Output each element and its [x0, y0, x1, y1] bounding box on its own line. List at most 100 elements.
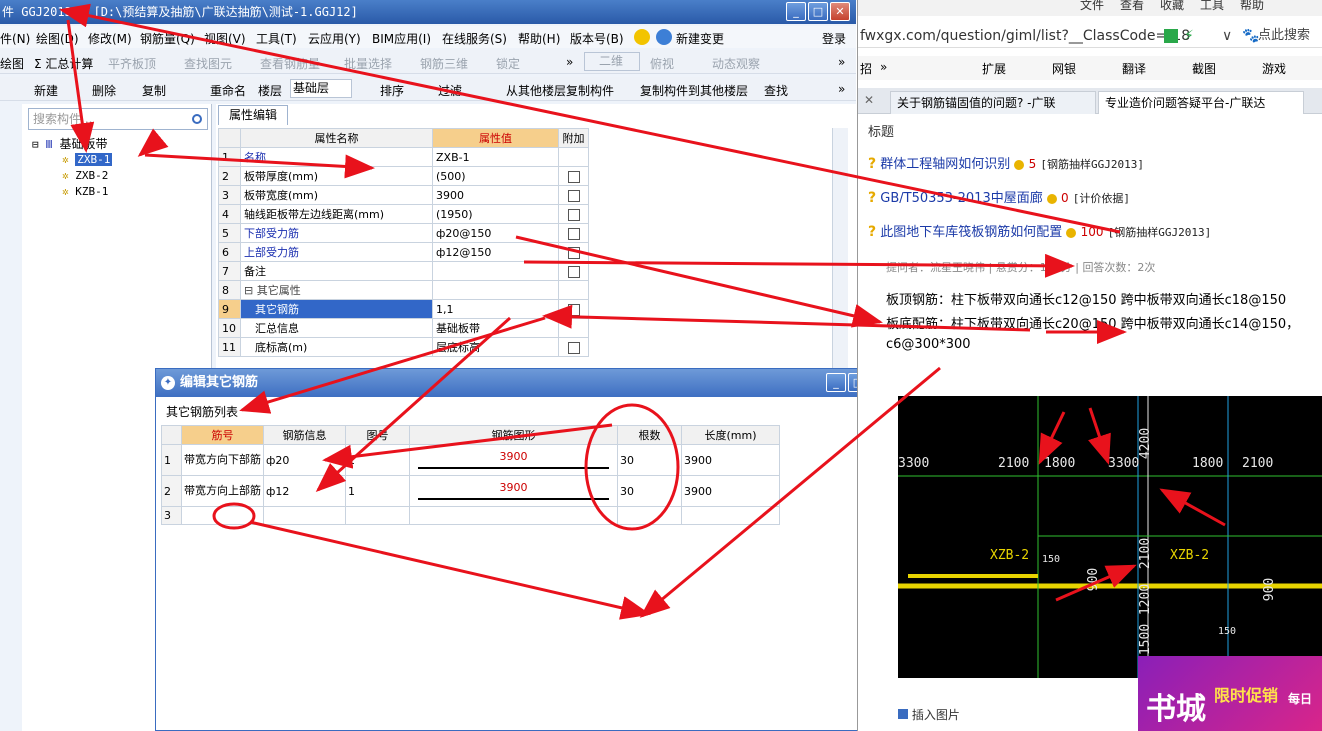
table-row[interactable]: 11 底标高(m) 层底标高 — [218, 337, 589, 357]
tb-draw[interactable]: 绘图 — [0, 55, 24, 72]
extra-checkbox[interactable] — [567, 189, 580, 202]
bmenu-help[interactable]: 帮助 — [1240, 0, 1264, 13]
table-row[interactable]: 1 名称 ZXB-1 — [218, 147, 589, 167]
tb-flush-top[interactable]: 平齐板顶 — [108, 55, 156, 72]
table-row[interactable]: 2 板带厚度(mm) (500) — [218, 166, 589, 186]
collapse-icon[interactable]: ⊟ — [244, 284, 257, 297]
tree-item-kzb-1[interactable]: ✲ KZB-1 — [32, 184, 112, 200]
tb-delete[interactable]: 删除 — [92, 82, 116, 99]
tb-view-rebar[interactable]: 查看钢筋量 — [260, 55, 320, 72]
component-search-input[interactable]: 搜索构件... — [28, 108, 208, 130]
bmenu-tools[interactable]: 工具 — [1200, 0, 1224, 13]
table-row[interactable]: 5 下部受力筋 ф20@150 — [218, 223, 589, 243]
extra-checkbox[interactable] — [567, 227, 580, 240]
tb-sort[interactable]: 排序 — [380, 82, 404, 99]
menu-cloud[interactable]: 云应用(Y) — [308, 30, 361, 47]
menu-login[interactable]: 登录 — [822, 30, 846, 47]
bt-extensions[interactable]: 扩展 — [982, 60, 1006, 77]
tree-root[interactable]: ⊟ Ⅲ 基础板带 — [32, 136, 112, 152]
tb-filter[interactable]: 过滤 — [438, 82, 462, 99]
menu-online[interactable]: 在线服务(S) — [442, 30, 507, 47]
bt-netbank[interactable]: 网银 — [1052, 60, 1076, 77]
table-row[interactable]: 7 备注 — [218, 261, 589, 281]
table-row[interactable]: 10 汇总信息 基础板带 — [218, 318, 589, 338]
bt-screenshot[interactable]: 截图 — [1192, 60, 1216, 77]
tb-more-3[interactable]: » — [838, 82, 845, 96]
question-link[interactable]: 此图地下车库筏板钢筋如何配置 — [880, 225, 1062, 240]
maximize-button[interactable]: □ — [808, 2, 828, 21]
tab-close-icon[interactable]: ✕ — [864, 93, 874, 107]
question-link[interactable]: 群体工程轴网如何识别 — [880, 157, 1010, 172]
tb-find[interactable]: 查找 — [764, 82, 788, 99]
table-row[interactable]: 2 带宽方向上部筋 ф12 1 3900 30 3900 — [161, 475, 780, 507]
tb-find-element[interactable]: 查找图元 — [184, 55, 232, 72]
tb-rename[interactable]: 重命名 — [210, 82, 246, 99]
tb-summary-calc[interactable]: Σ 汇总计算 — [34, 55, 93, 72]
tab-property-edit[interactable]: 属性编辑 — [218, 105, 288, 125]
bmenu-view[interactable]: 查看 — [1120, 0, 1144, 13]
smiley-icon[interactable] — [634, 29, 650, 45]
menu-bim[interactable]: BIM应用(I) — [372, 30, 431, 47]
menu-rebar[interactable]: 钢筋量(Q) — [140, 30, 195, 47]
menu-modify[interactable]: 修改(M) — [88, 30, 132, 47]
bt-games[interactable]: 游戏 — [1262, 60, 1286, 77]
insert-picture-button[interactable]: 插入图片 — [898, 706, 960, 723]
tab-rebar-anchor[interactable]: 关于钢筋锚固值的问题? -广联 — [890, 91, 1096, 114]
menu-draw[interactable]: 绘图(D) — [36, 30, 79, 47]
tb-orbit[interactable]: 动态观察 — [712, 55, 760, 72]
tb-new[interactable]: 新建 — [34, 82, 58, 99]
chevron-down-icon[interactable]: ∨ — [1222, 24, 1232, 48]
bt-recruit[interactable]: 招 — [860, 60, 872, 77]
tb-rebar-3d[interactable]: 钢筋三维 — [420, 55, 468, 72]
menu-version[interactable]: 版本号(B) — [570, 30, 624, 47]
search-icon[interactable] — [192, 114, 202, 124]
property-scrollbar[interactable] — [832, 128, 848, 378]
promo-banner[interactable]: 书城 限时促销 每日 — [1138, 656, 1322, 731]
collapse-icon[interactable]: ⊟ — [32, 138, 39, 151]
menu-tools[interactable]: 工具(T) — [256, 30, 297, 47]
address-bar[interactable]: fwxgx.com/question/giml/list?__ClassCode… — [858, 24, 1322, 48]
tb-view-mode-select[interactable]: 二维 — [584, 52, 640, 71]
qr-icon[interactable] — [1164, 29, 1178, 43]
table-row-selected[interactable]: 9 其它钢筋 1,1 — [218, 299, 589, 319]
lightning-icon[interactable]: ⚡ — [1184, 24, 1194, 48]
bt-more[interactable]: » — [880, 60, 887, 74]
tb-copy-to-floor[interactable]: 复制构件到其他楼层 — [640, 82, 748, 99]
tb-copy[interactable]: 复制 — [142, 82, 166, 99]
extra-checkbox[interactable] — [567, 303, 580, 316]
extra-checkbox[interactable] — [567, 208, 580, 221]
extra-checkbox[interactable] — [567, 170, 580, 183]
menu-new-change[interactable]: 新建变更 — [676, 30, 724, 47]
tb-top-view[interactable]: 俯视 — [650, 55, 674, 72]
table-row[interactable]: 1 带宽方向下部筋 ф20 1 3900 30 3900 — [161, 444, 780, 476]
question-link[interactable]: GB/T50353-2013中屋面廊 — [880, 191, 1042, 206]
tree-item-zxb-1[interactable]: ✲ ZXB-1 — [32, 152, 113, 168]
tree-item-zxb-2[interactable]: ✲ ZXB-2 — [32, 168, 112, 184]
bmenu-favorites[interactable]: 收藏 — [1160, 0, 1184, 13]
close-button[interactable]: ✕ — [830, 2, 850, 21]
floor-select[interactable]: 基础层 — [290, 79, 352, 98]
table-row[interactable]: 8 ⊟ 其它属性 — [218, 280, 589, 300]
tb-lock[interactable]: 锁定 — [496, 55, 520, 72]
dialog-minimize-button[interactable]: _ — [826, 373, 846, 392]
tb-more-1[interactable]: » — [566, 55, 573, 69]
menu-file[interactable]: 件(N) — [0, 30, 30, 47]
table-row[interactable]: 6 上部受力筋 ф12@150 — [218, 242, 589, 262]
bmenu-file[interactable]: 文件 — [1080, 0, 1104, 13]
minimize-button[interactable]: _ — [786, 2, 806, 21]
table-row[interactable]: 4 轴线距板带左边线距离(mm) (1950) — [218, 204, 589, 224]
browser-search-input[interactable]: 点此搜索 — [1258, 24, 1310, 48]
extra-checkbox[interactable] — [567, 341, 580, 354]
table-row-empty[interactable]: 3 — [161, 506, 780, 525]
bt-translate[interactable]: 翻译 — [1122, 60, 1146, 77]
table-row[interactable]: 3 板带宽度(mm) 3900 — [218, 185, 589, 205]
tb-copy-from-floor[interactable]: 从其他楼层复制构件 — [506, 82, 614, 99]
menu-view[interactable]: 视图(V) — [204, 30, 246, 47]
tb-batch-select[interactable]: 批量选择 — [344, 55, 392, 72]
globe-icon[interactable] — [656, 29, 672, 45]
menu-help[interactable]: 帮助(H) — [518, 30, 560, 47]
extra-checkbox[interactable] — [567, 246, 580, 259]
tab-qa-platform[interactable]: 专业造价问题答疑平台-广联达 — [1098, 91, 1304, 114]
tb-more-2[interactable]: » — [838, 55, 845, 69]
extra-checkbox[interactable] — [567, 265, 580, 278]
